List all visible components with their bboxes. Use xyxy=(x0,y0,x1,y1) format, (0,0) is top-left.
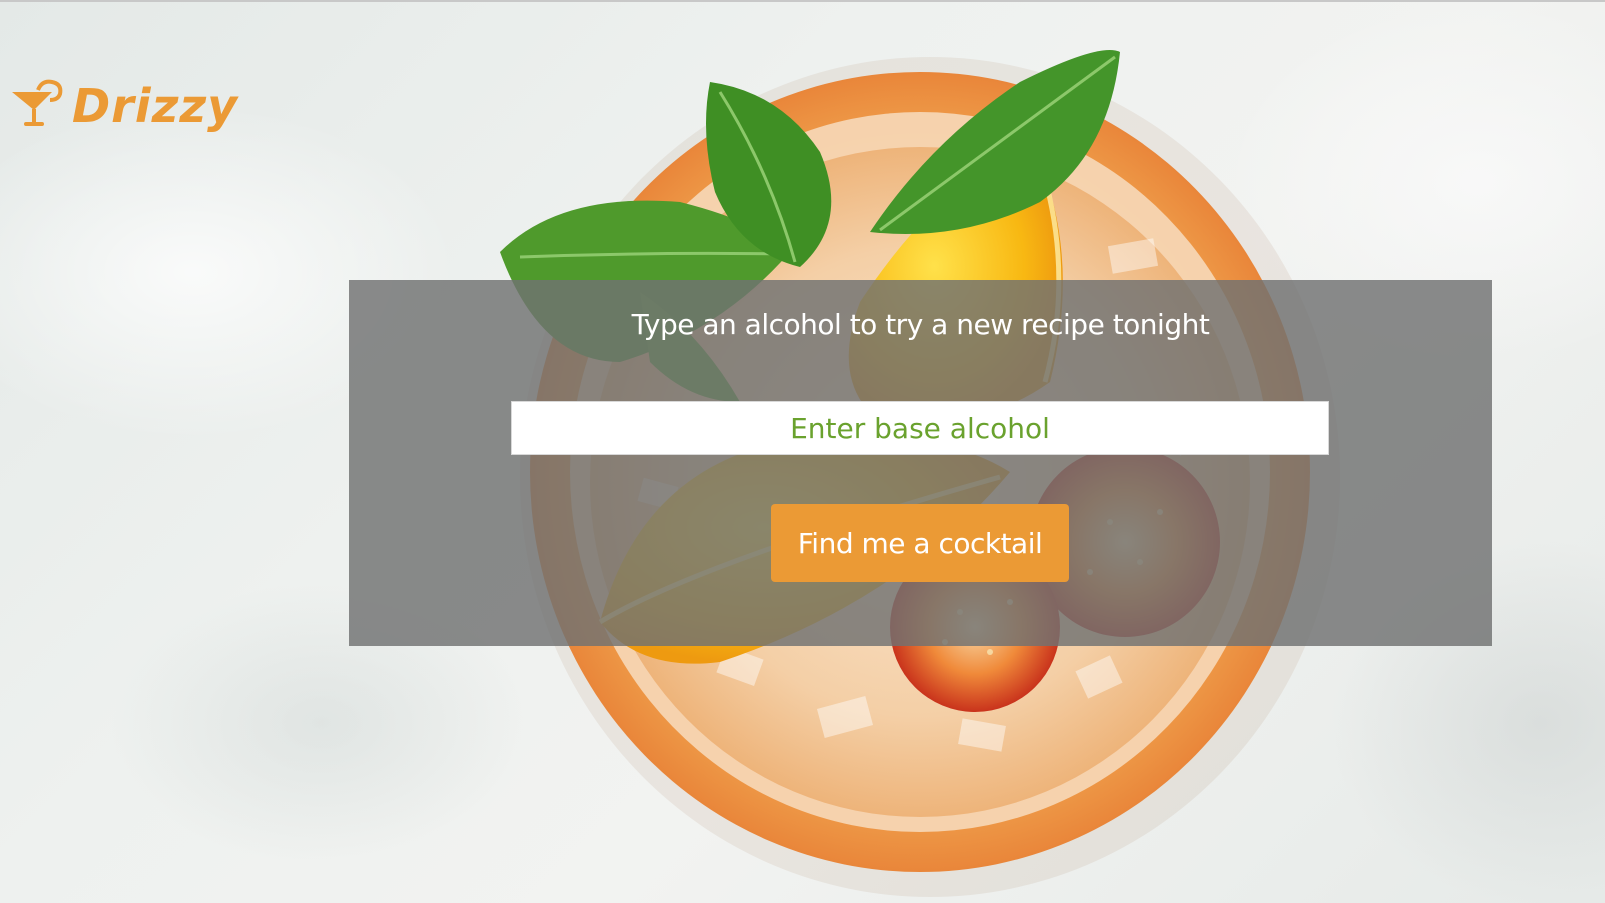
brand-logo[interactable]: Drizzy xyxy=(8,78,238,134)
landing-page: Drizzy Type an alcohol to try a new reci… xyxy=(0,0,1605,903)
search-heading: Type an alcohol to try a new recipe toni… xyxy=(631,308,1210,341)
search-panel: Type an alcohol to try a new recipe toni… xyxy=(349,280,1492,646)
find-cocktail-button[interactable]: Find me a cocktail xyxy=(771,504,1069,582)
base-alcohol-input[interactable] xyxy=(511,401,1329,455)
cocktail-glass-icon xyxy=(12,79,63,126)
brand-name: Drizzy xyxy=(72,79,239,133)
